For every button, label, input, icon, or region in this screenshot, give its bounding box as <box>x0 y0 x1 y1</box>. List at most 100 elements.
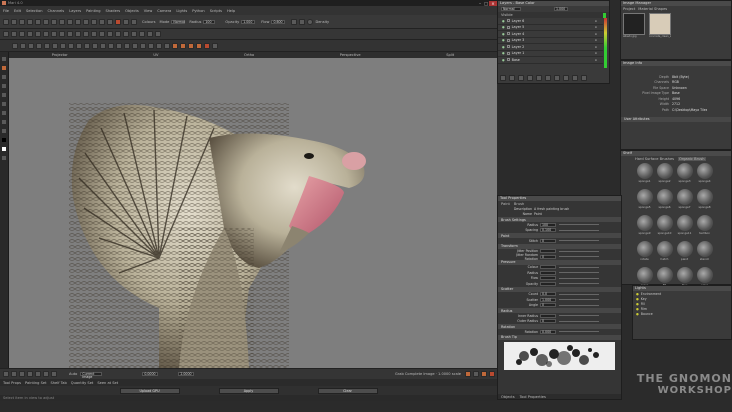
undo-icon[interactable] <box>27 18 33 25</box>
tool-a-icon[interactable] <box>12 42 18 49</box>
layer-lock-icon[interactable]: ▪ <box>595 19 597 23</box>
lock-layer-icon[interactable] <box>572 75 578 81</box>
brush-sponge5[interactable]: sponge5 <box>635 189 654 214</box>
tool-l-icon[interactable] <box>100 42 106 49</box>
snap-icon[interactable] <box>27 31 33 37</box>
symmetry-icon[interactable] <box>19 31 25 37</box>
transform-icon[interactable] <box>99 18 105 25</box>
mode-a-icon[interactable] <box>465 371 471 377</box>
select-tool-icon[interactable] <box>1 56 7 62</box>
property-slider[interactable] <box>559 293 599 295</box>
menu-item-layers[interactable]: Layers <box>69 9 81 13</box>
add-layer-icon[interactable] <box>500 75 506 81</box>
tool-r-icon[interactable] <box>148 42 154 49</box>
brush-sponge3[interactable]: sponge3 <box>675 163 694 188</box>
menu-item-objects[interactable]: Objects <box>125 9 139 13</box>
add-mask-icon[interactable] <box>518 75 524 81</box>
brush-tip-header[interactable]: Brush Tip <box>498 334 621 340</box>
swap-colors-icon[interactable] <box>1 155 7 161</box>
move-icon[interactable] <box>3 371 9 377</box>
property-field[interactable] <box>540 249 556 254</box>
brush-sponge4[interactable]: sponge4 <box>695 163 714 188</box>
tool-g-icon[interactable] <box>60 42 66 49</box>
scale-icon[interactable] <box>19 371 25 377</box>
apply-button[interactable]: Apply <box>218 387 279 394</box>
mode-b-icon[interactable] <box>473 371 479 377</box>
3d-viewport[interactable] <box>9 58 497 368</box>
brush-stencil[interactable]: stencil <box>695 241 714 266</box>
blur-icon[interactable] <box>67 18 73 25</box>
gamma-icon[interactable] <box>188 42 194 49</box>
property-field[interactable]: 0 <box>540 319 556 324</box>
property-slider[interactable] <box>559 224 599 226</box>
smear-icon[interactable] <box>75 18 81 25</box>
visibility-icon[interactable]: ● <box>502 51 505 55</box>
channel-icon[interactable] <box>59 31 65 37</box>
paint-icon[interactable] <box>43 18 49 25</box>
property-slider[interactable] <box>559 266 599 268</box>
visibility-icon[interactable]: ● <box>502 32 505 36</box>
thumb-concrete[interactable]: concrete_clean_a_Diffuse_4k.jpg <box>649 13 671 38</box>
property-field[interactable]: 0 <box>540 238 556 243</box>
property-slider[interactable] <box>559 229 599 231</box>
hdr-icon[interactable] <box>172 42 178 49</box>
background-color-swatch[interactable] <box>1 146 7 152</box>
exposure-icon[interactable] <box>180 42 186 49</box>
select-icon[interactable] <box>91 18 97 25</box>
visibility-icon[interactable]: ● <box>502 58 505 62</box>
procedural-icon[interactable] <box>536 75 542 81</box>
tab-paint[interactable]: Paint <box>501 202 510 206</box>
uv-icon[interactable] <box>115 31 121 37</box>
histogram-icon[interactable] <box>123 31 129 37</box>
property-slider[interactable] <box>559 320 599 322</box>
tab-material-shapes[interactable]: Material Shapes <box>638 7 667 11</box>
property-slider[interactable] <box>559 283 599 285</box>
brush-tip-preview[interactable] <box>504 341 615 370</box>
tool-s-icon[interactable] <box>156 42 162 49</box>
property-field[interactable]: 100 <box>540 222 556 227</box>
clear-button[interactable]: Clear <box>317 387 378 394</box>
tab-objects[interactable]: Objects <box>501 395 515 399</box>
tool-k-icon[interactable] <box>92 42 98 49</box>
tab-ortho[interactable]: Ortho <box>244 53 254 57</box>
brush-hatch[interactable]: hatch <box>655 241 674 266</box>
visibility-icon[interactable]: ● <box>502 38 505 42</box>
tool-i-icon[interactable] <box>76 42 82 49</box>
blend-icon[interactable] <box>3 31 9 37</box>
property-field[interactable]: 1.000 <box>540 297 556 302</box>
user-attributes-header[interactable]: User Attributes <box>621 116 731 122</box>
clear-icon[interactable] <box>43 31 49 37</box>
clone-icon[interactable] <box>83 18 89 25</box>
erase-tool-icon[interactable] <box>1 74 7 80</box>
property-field[interactable] <box>540 270 556 275</box>
layer-lock-icon[interactable]: ▪ <box>595 38 597 42</box>
close-icon[interactable]: × <box>489 0 497 6</box>
layer-lock-icon[interactable]: ▪ <box>595 51 597 55</box>
tool-p-icon[interactable] <box>132 42 138 49</box>
upload-gpu-button[interactable]: Upload GPU <box>119 387 180 394</box>
status-tab[interactable]: Painting Set <box>25 381 47 385</box>
mode-select[interactable]: Normal <box>171 19 186 24</box>
open-icon[interactable] <box>11 18 17 25</box>
tab-projector[interactable]: Projector <box>52 53 68 57</box>
lut-icon[interactable] <box>196 42 202 49</box>
tool-h-icon[interactable] <box>68 42 74 49</box>
tab-brush[interactable]: Brush <box>514 202 524 206</box>
pen-icon[interactable] <box>299 18 306 25</box>
tool-m-icon[interactable] <box>108 42 114 49</box>
property-field[interactable]: 0.000 <box>540 329 556 334</box>
erase-icon[interactable] <box>51 18 57 25</box>
mode-c-icon[interactable] <box>481 371 487 377</box>
flat-shade-icon[interactable] <box>99 31 105 37</box>
flow-field[interactable]: 0.600 <box>271 19 286 24</box>
menu-item-view[interactable]: View <box>144 9 153 13</box>
tool-f-icon[interactable] <box>52 42 58 49</box>
property-slider[interactable] <box>559 315 599 317</box>
bake-icon[interactable] <box>35 31 41 37</box>
property-slider[interactable] <box>559 272 599 274</box>
brush-sponge11[interactable]: sponge11 <box>675 215 694 240</box>
property-field[interactable] <box>540 313 556 318</box>
tool-d-icon[interactable] <box>36 42 42 49</box>
tab-tool-properties[interactable]: Tool Properties <box>520 395 546 399</box>
tool-q-icon[interactable] <box>140 42 146 49</box>
